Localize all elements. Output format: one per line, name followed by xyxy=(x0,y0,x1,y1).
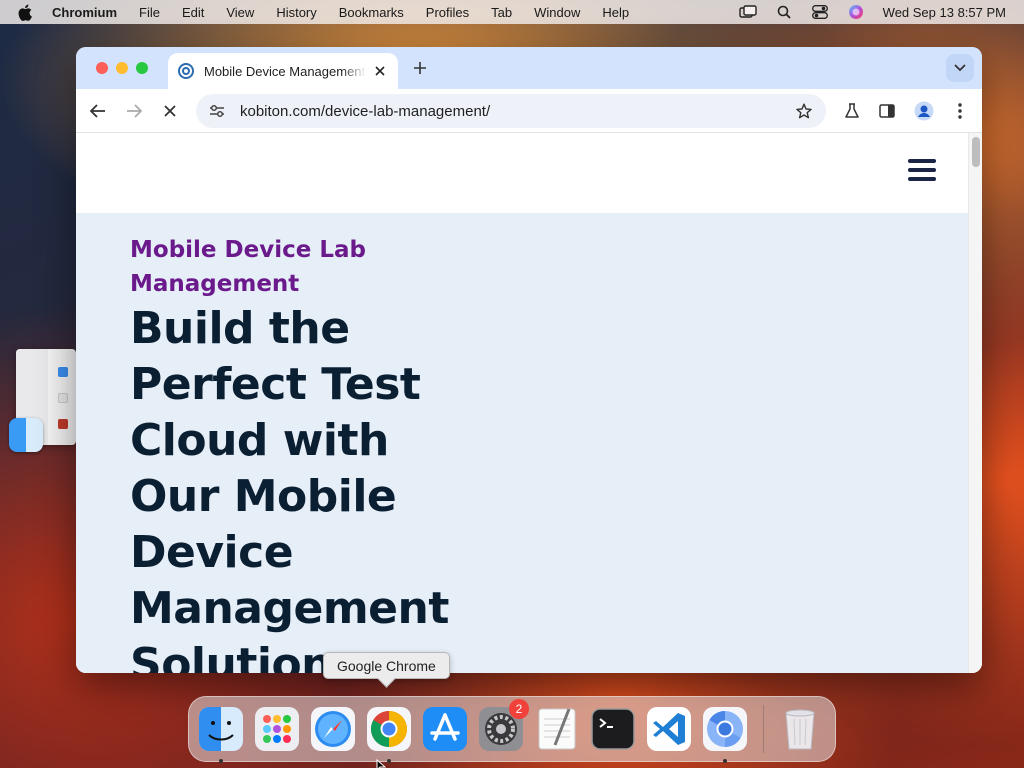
tab-active[interactable]: Mobile Device Management Solutions xyxy=(168,53,398,89)
profile-avatar-icon[interactable] xyxy=(910,97,938,125)
acrobat-mini-icon xyxy=(58,419,68,429)
tab-title: Mobile Device Management Solutions xyxy=(204,63,366,79)
menu-view[interactable]: View xyxy=(226,5,254,20)
dock-tooltip: Google Chrome xyxy=(323,652,450,679)
menubar-clock[interactable]: Wed Sep 13 8:57 PM xyxy=(883,5,1006,20)
tab-search-icon[interactable] xyxy=(946,54,974,82)
back-arrow-icon[interactable] xyxy=(84,97,112,125)
dock: 2 xyxy=(188,696,836,763)
minimize-window-button[interactable] xyxy=(116,62,128,74)
trash-icon[interactable] xyxy=(776,705,824,753)
close-tab-icon[interactable] xyxy=(372,63,388,79)
finder-icon[interactable] xyxy=(197,705,245,763)
hero-section: Mobile Device Lab Management Build the P… xyxy=(76,213,968,673)
mouse-cursor-icon xyxy=(376,758,387,768)
address-bar[interactable]: kobiton.com/device-lab-management/ xyxy=(196,94,826,128)
window-controls xyxy=(96,62,148,74)
menu-bookmarks[interactable]: Bookmarks xyxy=(339,5,404,20)
page-content: Mobile Device Lab Management Build the P… xyxy=(76,133,982,673)
hamburger-menu-icon[interactable] xyxy=(908,159,936,183)
menu-help[interactable]: Help xyxy=(602,5,629,20)
site-header xyxy=(76,133,982,213)
vscode-icon[interactable] xyxy=(645,705,693,753)
labs-flask-icon[interactable] xyxy=(838,97,866,125)
app-store-mini-icon xyxy=(58,367,68,377)
menu-bar: Chromium File Edit View History Bookmark… xyxy=(0,0,1024,24)
control-center-icon[interactable] xyxy=(811,4,829,20)
kobiton-icon xyxy=(178,63,194,79)
forward-arrow-icon[interactable] xyxy=(120,97,148,125)
running-indicator xyxy=(723,759,727,763)
notification-badge: 2 xyxy=(509,699,529,719)
url-text: kobiton.com/device-lab-management/ xyxy=(240,102,491,120)
zoom-window-button[interactable] xyxy=(136,62,148,74)
menu-app-name[interactable]: Chromium xyxy=(52,5,117,20)
browser-window: Mobile Device Management Solutions kobit… xyxy=(76,47,982,673)
chromium-icon[interactable] xyxy=(701,705,749,763)
browser-toolbar: kobiton.com/device-lab-management/ xyxy=(76,89,982,133)
spotlight-icon[interactable] xyxy=(775,4,793,20)
stop-loading-icon[interactable] xyxy=(156,97,184,125)
menu-tab[interactable]: Tab xyxy=(491,5,512,20)
tab-strip: Mobile Device Management Solutions xyxy=(76,47,982,89)
menu-edit[interactable]: Edit xyxy=(182,5,204,20)
app-store-icon[interactable] xyxy=(421,705,469,753)
screen-mirror-icon[interactable] xyxy=(738,4,757,20)
google-chrome-icon[interactable] xyxy=(365,705,413,763)
launchpad-icon[interactable] xyxy=(253,705,301,753)
safari-icon[interactable] xyxy=(309,705,357,753)
menu-window[interactable]: Window xyxy=(534,5,580,20)
system-settings-icon[interactable]: 2 xyxy=(477,699,529,753)
running-indicator xyxy=(219,759,223,763)
hero-kicker: Mobile Device Lab Management xyxy=(130,237,366,297)
menu-profiles[interactable]: Profiles xyxy=(426,5,469,20)
menu-history[interactable]: History xyxy=(276,5,316,20)
scrollbar-thumb[interactable] xyxy=(972,137,980,167)
dock-separator xyxy=(763,705,764,753)
finder-face-icon[interactable] xyxy=(9,418,43,452)
bookmark-star-icon[interactable] xyxy=(790,97,818,125)
textedit-icon[interactable] xyxy=(533,705,581,753)
page-scrollbar[interactable] xyxy=(968,133,982,673)
more-menu-icon[interactable] xyxy=(946,97,974,125)
calendar-mini-icon xyxy=(58,393,68,403)
site-settings-icon[interactable] xyxy=(206,100,228,122)
hero-headline: Build the Perfect Test Cloud with Our Mo… xyxy=(130,303,449,673)
siri-icon[interactable] xyxy=(847,4,865,20)
apple-icon[interactable] xyxy=(18,0,38,24)
running-indicator xyxy=(387,759,391,763)
new-tab-icon[interactable] xyxy=(410,58,430,78)
terminal-icon[interactable] xyxy=(589,705,637,753)
side-panel-icon[interactable] xyxy=(873,97,901,125)
menu-file[interactable]: File xyxy=(139,5,160,20)
close-window-button[interactable] xyxy=(96,62,108,74)
